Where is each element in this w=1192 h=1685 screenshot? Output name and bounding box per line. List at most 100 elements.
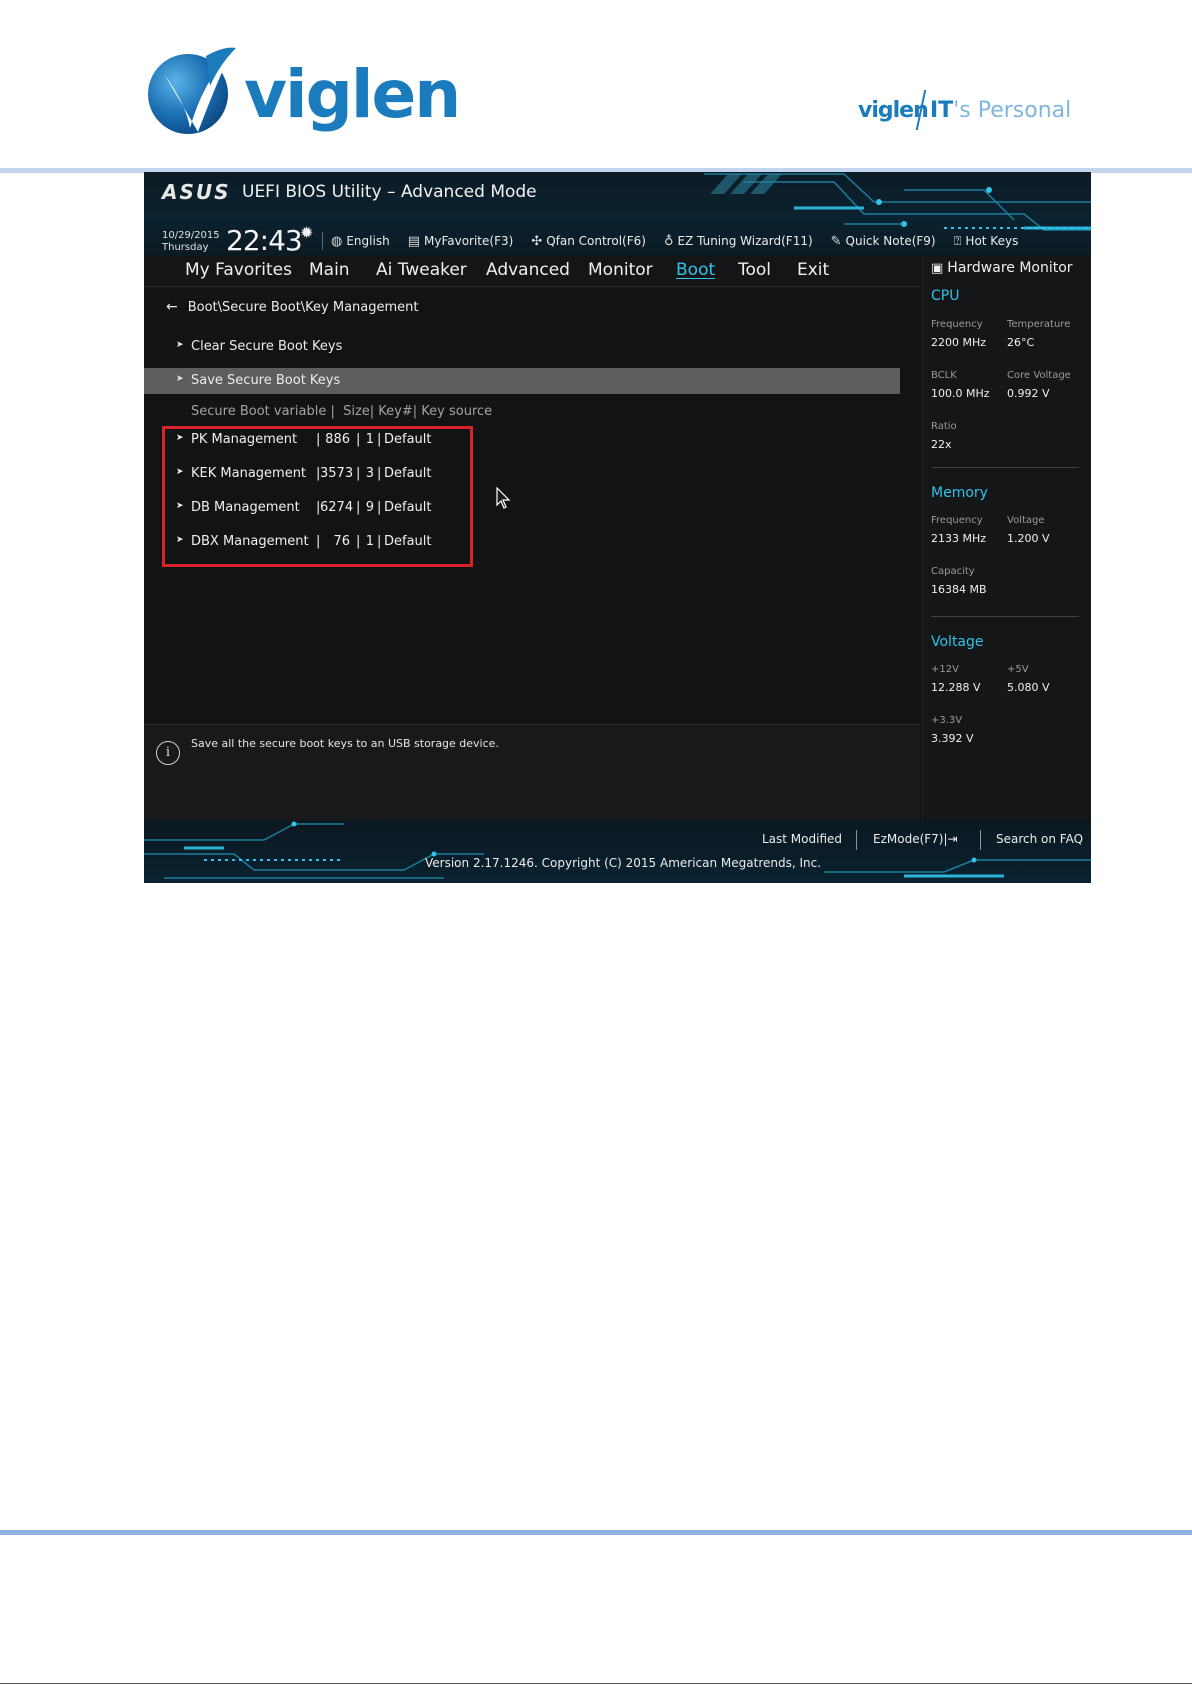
tab-exit[interactable]: Exit: [797, 260, 829, 280]
ezmode-label: EzMode(F7)|: [873, 832, 948, 846]
ratio-label: Ratio: [931, 421, 957, 432]
quick-note-label: Quick Note(F9): [845, 234, 936, 248]
footer-circuit-decoration: [144, 821, 1091, 879]
ez-tuning-label: EZ Tuning Wizard(F11): [677, 234, 813, 248]
question-icon: ⍰: [953, 233, 962, 249]
footer-separator: [980, 830, 981, 850]
voltage-heading: Voltage: [931, 634, 984, 650]
clock-display: 22:43: [226, 224, 303, 257]
tagline-personal: 's Personal: [953, 98, 1072, 123]
bios-toolbar: ◍ English ▤ MyFavorite(F3) ✣ Qfan Control(F…: [322, 230, 1036, 252]
cpu-frequency-label: Frequency: [931, 319, 983, 330]
bios-footer: Last Modified EzMode(F7)|⇥ Search on FAQ…: [144, 820, 1091, 883]
capacity-value: 16384 MB: [931, 583, 987, 596]
breadcrumb-text: Boot\Secure Boot\Key Management: [187, 300, 419, 315]
myfavorite-label: MyFavorite(F3): [423, 234, 514, 248]
document-header: viglen viglen IT's Personal: [0, 0, 1192, 172]
fan-icon: ✣: [531, 233, 543, 249]
hardware-monitor-label: Hardware Monitor: [947, 260, 1073, 276]
hot-keys-button[interactable]: ⍰ Hot Keys: [954, 234, 1019, 249]
v12-value: 12.288 V: [931, 681, 981, 694]
help-text: Save all the secure boot keys to an USB …: [191, 737, 499, 750]
memory-voltage-value: 1.200 V: [1007, 532, 1050, 545]
main-nav-tabs: My Favorites Main Ai Tweaker Advanced Mo…: [144, 256, 920, 287]
memory-heading: Memory: [931, 485, 988, 501]
viglen-logo: viglen: [146, 44, 461, 139]
v33-label: +3.3V: [931, 715, 963, 726]
hardware-monitor-title: ▣ Hardware Monitor: [931, 260, 1073, 276]
exit-arrow-icon: ⇥: [947, 832, 958, 846]
tab-my-favorites[interactable]: My Favorites: [185, 260, 292, 280]
myfavorite-button[interactable]: ▤ MyFavorite(F3): [408, 234, 514, 249]
cpu-temperature-value: 26°C: [1007, 336, 1035, 349]
ratio-value: 22x: [931, 438, 952, 451]
v33-value: 3.392 V: [931, 732, 974, 745]
bios-screen: ASUS UEFI BIOS Utility – Advanced Mode 1…: [144, 172, 1091, 883]
tagline-text: IT's Personal: [930, 98, 1071, 123]
menu-item-label: Save Secure Boot Keys: [191, 373, 341, 388]
language-button[interactable]: ◍ English: [331, 234, 390, 249]
qfan-control-button[interactable]: ✣ Qfan Control(F6): [531, 234, 646, 249]
core-voltage-value: 0.992 V: [1007, 387, 1050, 400]
core-voltage-label: Core Voltage: [1007, 370, 1071, 381]
quick-note-button[interactable]: ✎ Quick Note(F9): [831, 234, 936, 249]
tagline-it: IT: [930, 98, 954, 123]
tab-boot[interactable]: Boot: [676, 260, 715, 280]
breadcrumb[interactable]: ← Boot\Secure Boot\Key Management: [166, 299, 419, 315]
last-modified-button[interactable]: Last Modified: [762, 832, 842, 846]
qfan-label: Qfan Control(F6): [546, 234, 646, 248]
tab-tool[interactable]: Tool: [738, 260, 771, 280]
menu-item-label: Clear Secure Boot Keys: [191, 339, 343, 354]
footer-separator: [856, 830, 857, 850]
info-icon: i: [156, 741, 180, 765]
copyright-text: Version 2.17.1246. Copyright (C) 2015 Am…: [425, 856, 822, 870]
favorites-icon: ▤: [407, 233, 420, 249]
date-display: 10/29/2015 Thursday: [162, 230, 220, 254]
language-label: English: [346, 234, 390, 248]
chevron-right-icon: ➤: [176, 374, 184, 384]
capacity-label: Capacity: [931, 566, 975, 577]
bclk-label: BCLK: [931, 370, 957, 381]
search-faq-button[interactable]: Search on FAQ: [996, 832, 1083, 846]
bios-title: UEFI BIOS Utility – Advanced Mode: [242, 182, 537, 202]
chevron-right-icon: ➤: [176, 340, 184, 350]
mouse-cursor-icon: [496, 487, 511, 509]
clock-settings-gear-icon[interactable]: ✹: [300, 223, 313, 242]
red-highlight-box: [162, 426, 473, 567]
tab-advanced[interactable]: Advanced: [486, 260, 570, 280]
v12-label: +12V: [931, 664, 959, 675]
section-divider: [931, 467, 1079, 468]
cpu-temperature-label: Temperature: [1007, 319, 1071, 330]
v5-value: 5.080 V: [1007, 681, 1050, 694]
toolbar-separator: [322, 232, 323, 250]
globe-icon: ◍: [331, 233, 343, 249]
day-text: Thursday: [162, 242, 209, 253]
ezmode-button[interactable]: EzMode(F7)|⇥: [873, 832, 958, 846]
tab-main[interactable]: Main: [309, 260, 350, 280]
footer-rule: [0, 1530, 1192, 1535]
ez-tuning-wizard-button[interactable]: ♁ EZ Tuning Wizard(F11): [664, 234, 813, 249]
date-text: 10/29/2015: [162, 230, 220, 241]
bios-header: ASUS UEFI BIOS Utility – Advanced Mode 1…: [144, 172, 1091, 257]
bclk-value: 100.0 MHz: [931, 387, 990, 400]
hot-keys-label: Hot Keys: [965, 234, 1019, 248]
viglen-logo-mark: [148, 47, 236, 134]
v5-label: +5V: [1007, 664, 1029, 675]
note-icon: ✎: [830, 233, 842, 249]
memory-voltage-label: Voltage: [1007, 515, 1045, 526]
bulb-icon: ♁: [663, 233, 674, 249]
asus-logo: ASUS: [162, 180, 231, 204]
memory-frequency-value: 2133 MHz: [931, 532, 987, 545]
key-table-header: Secure Boot variable | Size| Key#| Key s…: [191, 404, 493, 419]
tab-monitor[interactable]: Monitor: [588, 260, 653, 280]
cpu-heading: CPU: [931, 288, 960, 304]
save-secure-boot-keys-item[interactable]: ➤ Save Secure Boot Keys: [144, 368, 900, 394]
footer-line: [0, 1683, 1192, 1684]
tab-ai-tweaker[interactable]: Ai Tweaker: [376, 260, 467, 280]
back-arrow-icon[interactable]: ←: [166, 299, 178, 315]
cpu-frequency-value: 2200 MHz: [931, 336, 987, 349]
clear-secure-boot-keys-item[interactable]: ➤ Clear Secure Boot Keys: [144, 334, 900, 360]
help-panel: i Save all the secure boot keys to an US…: [144, 724, 920, 821]
viglen-wordmark: viglen: [244, 56, 461, 133]
hardware-monitor-panel: ▣ Hardware Monitor CPU Frequency Temperat…: [922, 256, 1091, 821]
